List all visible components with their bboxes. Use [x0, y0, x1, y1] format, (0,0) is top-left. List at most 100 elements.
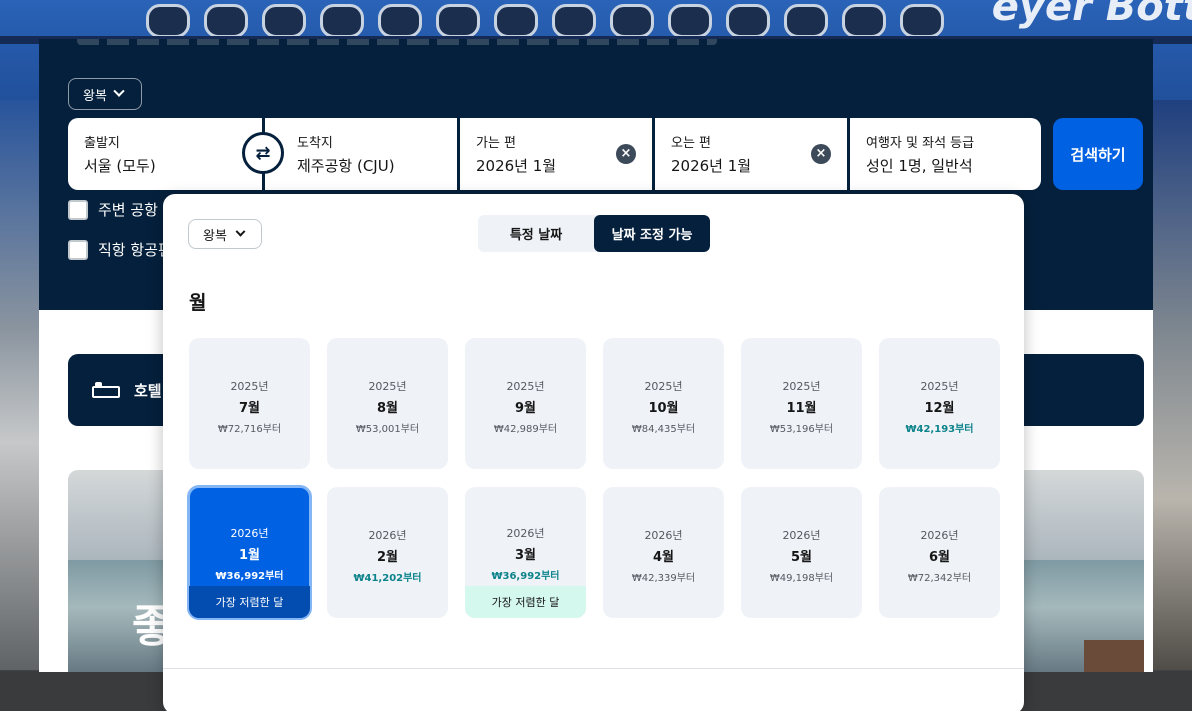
month-tile-year: 2025년 [230, 380, 269, 393]
month-tile[interactable]: 2025년 11월 ₩53,196부터 [741, 338, 862, 469]
airplane-window [494, 4, 538, 38]
cheapest-month-badge: 가장 저렴한 달 [189, 586, 310, 618]
month-tile-price: ₩53,001부터 [355, 424, 420, 435]
date-mode-toggle: 특정 날짜 날짜 조정 가능 [478, 215, 710, 252]
month-tile-year: 2026년 [644, 529, 683, 542]
airplane-window [320, 4, 364, 38]
month-tile-year: 2026년 [506, 527, 545, 540]
checkbox-box[interactable] [68, 239, 88, 260]
month-tile-year: 2025년 [368, 380, 407, 393]
destination-field[interactable]: 도착지 제주공항 (CJU) [265, 118, 457, 190]
direct-flights-label: 직항 항공편 [98, 241, 172, 259]
month-tile-price: ₩42,193부터 [905, 424, 974, 435]
airplane-window [900, 4, 944, 38]
background-left-edge [0, 100, 40, 670]
month-tile-month: 11월 [786, 401, 817, 416]
month-tile-year: 2025년 [920, 380, 959, 393]
airplane-window [204, 4, 248, 38]
month-tile[interactable]: 2025년 7월 ₩72,716부터 [189, 338, 310, 469]
airplane-window [668, 4, 712, 38]
travelers-label: 여행자 및 좌석 등급 [866, 136, 975, 151]
month-tile-price: ₩53,196부터 [769, 424, 834, 435]
month-tile-year: 2026년 [782, 529, 821, 542]
airplane-window [436, 4, 480, 38]
return-label: 오는 편 [671, 136, 712, 151]
month-tile[interactable]: 2026년 2월 ₩41,202부터 [327, 487, 448, 618]
origin-label: 출발지 [84, 136, 120, 151]
month-tile[interactable]: 2025년 10월 ₩84,435부터 [603, 338, 724, 469]
month-tile-price: ₩36,992부터 [215, 571, 284, 582]
picker-trip-type-value: 왕복 [203, 228, 227, 244]
month-tile[interactable]: 2026년 5월 ₩49,198부터 [741, 487, 862, 618]
month-tile[interactable]: 2026년 4월 ₩42,339부터 [603, 487, 724, 618]
month-tile-price: ₩72,342부터 [907, 573, 972, 584]
swap-icon[interactable]: ⇄ [242, 132, 284, 174]
month-tile-price: ₩42,339부터 [631, 573, 696, 584]
month-section-title: 월 [189, 292, 207, 314]
depart-value: 2026년 1월 [476, 157, 557, 175]
tab-specific-date[interactable]: 특정 날짜 [478, 215, 594, 252]
month-tile-month: 10월 [648, 401, 679, 416]
month-tile-year: 2026년 [920, 529, 959, 542]
cheapest-month-badge: 가장 저렴한 달 [465, 586, 586, 618]
month-tile-selected[interactable]: 2026년 1월 ₩36,992부터 가장 저렴한 달 [187, 485, 312, 620]
search-button[interactable]: 검색하기 [1053, 118, 1143, 190]
month-tile[interactable]: 2025년 12월 ₩42,193부터 [879, 338, 1000, 469]
destination-label: 도착지 [297, 136, 333, 151]
airplane-window [842, 4, 886, 38]
nearby-airports-checkbox[interactable]: 주변 공항 추 [68, 199, 177, 220]
origin-value: 서울 (모두) [84, 157, 156, 175]
depart-label: 가는 편 [476, 136, 517, 151]
travelers-field[interactable]: 여행자 및 좌석 등급 성인 1명, 일반석 [850, 118, 1041, 190]
month-picker-panel: 왕복 특정 날짜 날짜 조정 가능 월 2025년 7월 ₩72,716부터 2… [163, 194, 1024, 711]
picker-trip-type-select[interactable]: 왕복 [188, 219, 262, 249]
destination-value: 제주공항 (CJU) [297, 157, 395, 175]
airplane-window [610, 4, 654, 38]
month-tile-year: 2025년 [644, 380, 683, 393]
month-tile-price: ₩36,992부터 [491, 571, 560, 582]
month-tile-year: 2025년 [506, 380, 545, 393]
airplane-window [726, 4, 770, 38]
month-tile-month: 7월 [238, 401, 260, 416]
tab-flexible-date[interactable]: 날짜 조정 가능 [594, 215, 710, 252]
month-tile-month: 4월 [652, 550, 674, 565]
month-tile-price: ₩49,198부터 [769, 573, 834, 584]
depart-date-field[interactable]: 가는 편 2026년 1월 × [460, 118, 652, 190]
clear-icon[interactable]: × [616, 144, 636, 164]
airline-brand-text: eyer Bott [991, 0, 1192, 30]
panel-divider [163, 668, 1024, 669]
month-tile-price: ₩84,435부터 [631, 424, 696, 435]
airplane-window [378, 4, 422, 38]
chevron-down-icon [113, 85, 125, 97]
hotel-label: 호텔 [134, 381, 162, 400]
month-tile-year: 2025년 [782, 380, 821, 393]
chevron-down-icon [235, 226, 246, 237]
hero-heading-clipped [77, 39, 717, 45]
month-tile-year: 2026년 [230, 527, 269, 540]
month-tile-month: 1월 [238, 548, 260, 563]
airplane-window [552, 4, 596, 38]
month-tile-month: 2월 [376, 550, 398, 565]
clear-icon[interactable]: × [811, 144, 831, 164]
airplane-window [146, 4, 190, 38]
month-tile-price: ₩41,202부터 [353, 573, 422, 584]
month-tile[interactable]: 2026년 6월 ₩72,342부터 [879, 487, 1000, 618]
month-tile[interactable]: 2025년 8월 ₩53,001부터 [327, 338, 448, 469]
direct-flights-checkbox[interactable]: 직항 항공편 [68, 239, 172, 260]
return-value: 2026년 1월 [671, 157, 752, 175]
month-grid: 2025년 7월 ₩72,716부터 2025년 8월 ₩53,001부터 20… [187, 338, 1000, 620]
month-tile-month: 9월 [514, 401, 536, 416]
month-tile[interactable]: 2025년 9월 ₩42,989부터 [465, 338, 586, 469]
month-tile[interactable]: 2026년 3월 ₩36,992부터 가장 저렴한 달 [465, 487, 586, 618]
month-tile-month: 12월 [924, 401, 955, 416]
bed-icon [92, 382, 120, 398]
airplane-window [784, 4, 828, 38]
origin-field[interactable]: 출발지 서울 (모두) [68, 118, 262, 190]
month-tile-month: 5월 [790, 550, 812, 565]
banner-deck-image [1084, 640, 1144, 672]
airplane-window [262, 4, 306, 38]
trip-type-value: 왕복 [83, 88, 107, 104]
return-date-field[interactable]: 오는 편 2026년 1월 × [655, 118, 847, 190]
checkbox-box[interactable] [68, 199, 88, 220]
trip-type-select[interactable]: 왕복 [68, 78, 142, 110]
